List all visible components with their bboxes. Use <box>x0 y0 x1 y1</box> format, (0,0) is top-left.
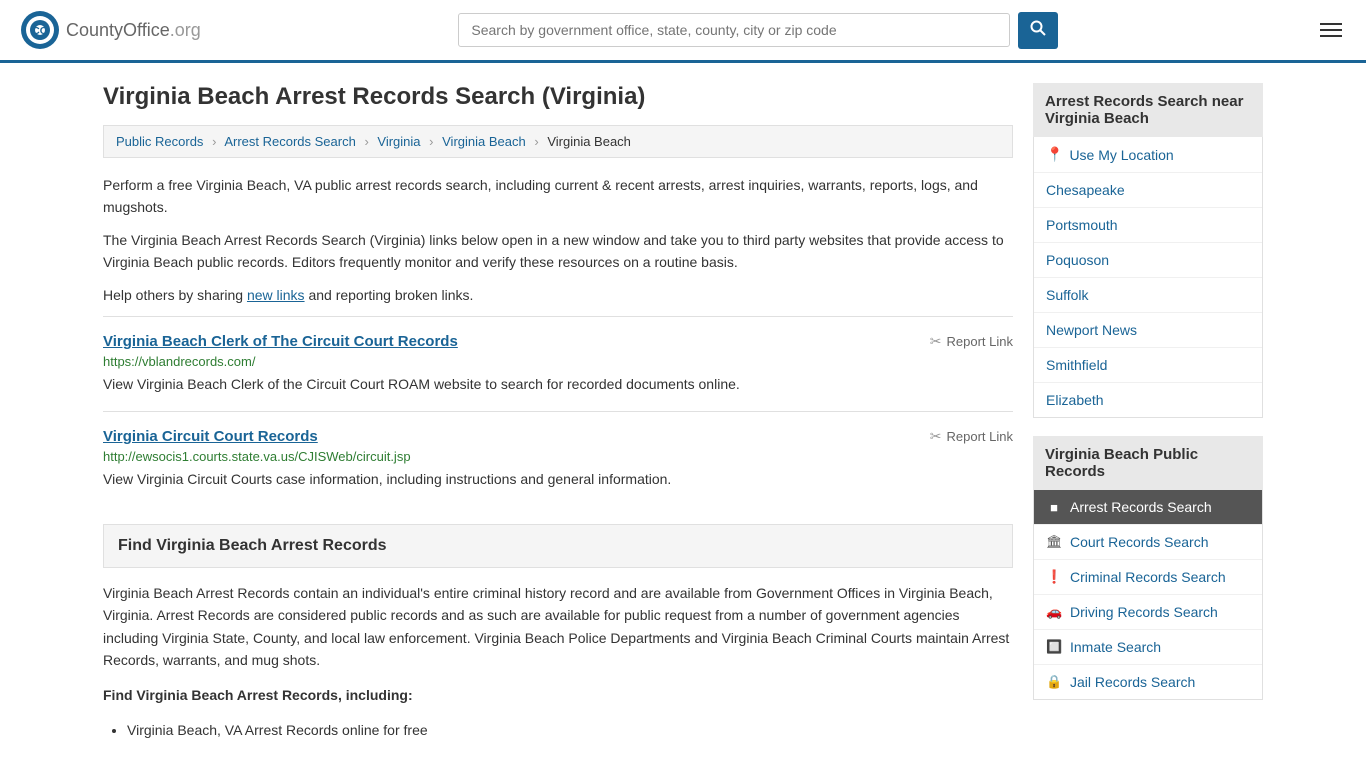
breadcrumb-item[interactable]: Virginia Beach <box>442 134 526 149</box>
near-link[interactable]: Poquoson <box>1034 243 1262 277</box>
court-records-icon: 🏛 <box>1046 534 1062 550</box>
near-link[interactable]: Newport News <box>1034 313 1262 347</box>
inmate-search-icon: 🔲 <box>1046 639 1062 655</box>
public-records-header: Virginia Beach Public Records <box>1033 436 1263 490</box>
report-link-button[interactable]: ✂ Report Link <box>930 428 1013 445</box>
record-card-title: Virginia Circuit Court Records <box>103 428 318 445</box>
logo-text: CountyOffice.org <box>66 20 201 41</box>
report-icon: ✂ <box>930 333 942 350</box>
description-3: Help others by sharing new links and rep… <box>103 284 1013 306</box>
logo: CO CountyOffice.org <box>20 10 201 50</box>
sidebar-item-inmate-search[interactable]: 🔲 Inmate Search <box>1034 630 1262 665</box>
breadcrumb-sep: › <box>364 134 368 149</box>
new-links-link[interactable]: new links <box>247 287 305 303</box>
sidebar-item-link[interactable]: ❗ Criminal Records Search <box>1034 560 1262 594</box>
near-link[interactable]: Chesapeake <box>1034 173 1262 207</box>
menu-line <box>1320 29 1342 31</box>
menu-line <box>1320 23 1342 25</box>
near-link[interactable]: Portsmouth <box>1034 208 1262 242</box>
menu-button[interactable] <box>1316 19 1346 41</box>
find-section-body: Virginia Beach Arrest Records contain an… <box>103 582 1013 672</box>
sidebar-item-court-records[interactable]: 🏛 Court Records Search <box>1034 525 1262 560</box>
find-bullets: Virginia Beach, VA Arrest Records online… <box>103 718 1013 743</box>
near-link[interactable]: Elizabeth <box>1034 383 1262 417</box>
jail-records-icon: 🔒 <box>1046 674 1062 690</box>
sidebar-item-driving-records[interactable]: 🚗 Driving Records Search <box>1034 595 1262 630</box>
record-description: View Virginia Circuit Courts case inform… <box>103 469 1013 490</box>
near-list-item[interactable]: Chesapeake <box>1034 173 1262 208</box>
near-list-item[interactable]: Elizabeth <box>1034 383 1262 417</box>
record-card-title: Virginia Beach Clerk of The Circuit Cour… <box>103 333 458 350</box>
use-location-item[interactable]: 📍 Use My Location <box>1034 137 1262 173</box>
near-link[interactable]: Smithfield <box>1034 348 1262 382</box>
sidebar-item-link[interactable]: 🚗 Driving Records Search <box>1034 595 1262 629</box>
driving-records-icon: 🚗 <box>1046 604 1062 620</box>
near-list-item[interactable]: Poquoson <box>1034 243 1262 278</box>
page-title: Virginia Beach Arrest Records Search (Vi… <box>103 83 1013 111</box>
public-records-list: ■ Arrest Records Search 🏛 Court Records … <box>1033 490 1263 700</box>
breadcrumb-item[interactable]: Virginia <box>377 134 420 149</box>
record-card-header: Virginia Circuit Court Records ✂ Report … <box>103 428 1013 445</box>
near-section: Arrest Records Search near Virginia Beac… <box>1033 83 1263 418</box>
breadcrumb-item[interactable]: Public Records <box>116 134 203 149</box>
page-container: Virginia Beach Arrest Records Search (Vi… <box>83 63 1283 763</box>
public-records-section: Virginia Beach Public Records ■ Arrest R… <box>1033 436 1263 700</box>
near-list-item[interactable]: Suffolk <box>1034 278 1262 313</box>
location-pin-icon: 📍 <box>1046 146 1063 163</box>
near-list: 📍 Use My Location Chesapeake Portsmouth … <box>1033 137 1263 418</box>
record-card: Virginia Circuit Court Records ✂ Report … <box>103 411 1013 506</box>
arrest-records-icon: ■ <box>1046 500 1062 515</box>
record-title-link[interactable]: Virginia Circuit Court Records <box>103 428 318 445</box>
record-description: View Virginia Beach Clerk of the Circuit… <box>103 374 1013 395</box>
record-title-link[interactable]: Virginia Beach Clerk of The Circuit Cour… <box>103 333 458 350</box>
report-link-button[interactable]: ✂ Report Link <box>930 333 1013 350</box>
menu-line <box>1320 35 1342 37</box>
sidebar-item-link[interactable]: 🔲 Inmate Search <box>1034 630 1262 664</box>
near-section-header: Arrest Records Search near Virginia Beac… <box>1033 83 1263 137</box>
sidebar-item-criminal-records[interactable]: ❗ Criminal Records Search <box>1034 560 1262 595</box>
criminal-records-icon: ❗ <box>1046 569 1062 585</box>
use-location-link[interactable]: 📍 Use My Location <box>1034 137 1262 172</box>
sidebar-item-link[interactable]: 🏛 Court Records Search <box>1034 525 1262 559</box>
near-list-item[interactable]: Newport News <box>1034 313 1262 348</box>
near-list-item[interactable]: Portsmouth <box>1034 208 1262 243</box>
search-button[interactable] <box>1018 12 1058 49</box>
breadcrumb: Public Records › Arrest Records Search ›… <box>103 125 1013 158</box>
main-content: Virginia Beach Arrest Records Search (Vi… <box>103 83 1013 743</box>
logo-icon: CO <box>20 10 60 50</box>
sidebar: Arrest Records Search near Virginia Beac… <box>1033 83 1263 743</box>
sidebar-item-link[interactable]: ■ Arrest Records Search <box>1034 490 1262 524</box>
breadcrumb-item[interactable]: Arrest Records Search <box>224 134 356 149</box>
near-link[interactable]: Suffolk <box>1034 278 1262 312</box>
site-header: CO CountyOffice.org <box>0 0 1366 63</box>
sidebar-item-jail-records[interactable]: 🔒 Jail Records Search <box>1034 665 1262 699</box>
find-subheading: Find Virginia Beach Arrest Records, incl… <box>103 684 1013 706</box>
search-icon <box>1030 20 1046 36</box>
find-section: Find Virginia Beach Arrest Records <box>103 524 1013 568</box>
description-1: Perform a free Virginia Beach, VA public… <box>103 174 1013 219</box>
sidebar-item-arrest-records[interactable]: ■ Arrest Records Search <box>1034 490 1262 525</box>
report-icon: ✂ <box>930 428 942 445</box>
search-bar <box>458 12 1058 49</box>
find-section-heading: Find Virginia Beach Arrest Records <box>118 537 998 555</box>
record-card: Virginia Beach Clerk of The Circuit Cour… <box>103 316 1013 411</box>
breadcrumb-sep: › <box>429 134 433 149</box>
breadcrumb-sep: › <box>212 134 216 149</box>
svg-text:CO: CO <box>33 26 48 37</box>
record-url: http://ewsocis1.courts.state.va.us/CJISW… <box>103 449 1013 464</box>
search-input[interactable] <box>458 13 1010 47</box>
description-2: The Virginia Beach Arrest Records Search… <box>103 229 1013 274</box>
record-card-header: Virginia Beach Clerk of The Circuit Cour… <box>103 333 1013 350</box>
near-list-item[interactable]: Smithfield <box>1034 348 1262 383</box>
bullet-item: Virginia Beach, VA Arrest Records online… <box>127 718 1013 743</box>
record-url: https://vblandrecords.com/ <box>103 354 1013 369</box>
breadcrumb-sep: › <box>534 134 538 149</box>
breadcrumb-current: Virginia Beach <box>547 134 631 149</box>
sidebar-item-link[interactable]: 🔒 Jail Records Search <box>1034 665 1262 699</box>
